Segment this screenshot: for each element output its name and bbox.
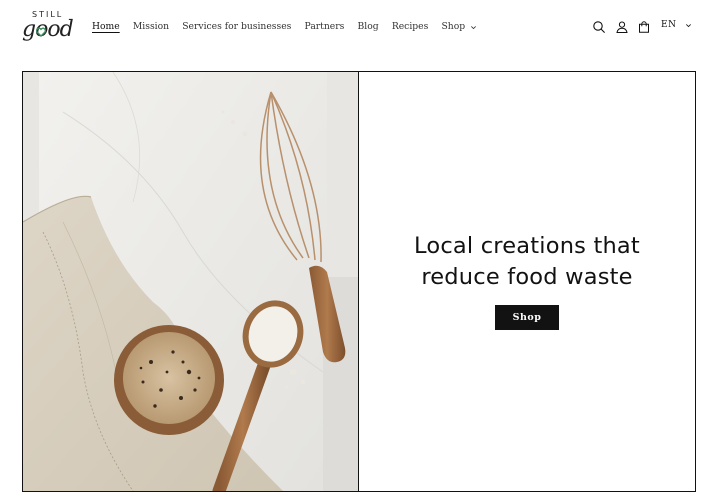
heart-icon	[36, 27, 46, 37]
hero-image-baking-tools	[23, 72, 359, 491]
nav-blog[interactable]: Blog	[358, 19, 379, 35]
hero-title: Local creations that reduce food waste	[414, 231, 640, 293]
hero-title-line-2: reduce food waste	[421, 264, 633, 290]
hero-content: Local creations that reduce food waste S…	[359, 72, 695, 491]
hero-shop-button[interactable]: Shop	[495, 305, 559, 330]
cart-icon[interactable]	[637, 20, 651, 34]
nav-services-for-businesses[interactable]: Services for businesses	[182, 19, 291, 35]
nav-recipes[interactable]: Recipes	[392, 19, 428, 35]
hero-title-line-1: Local creations that	[414, 233, 640, 259]
logo-main-text: good	[22, 17, 74, 42]
language-selector[interactable]: EN	[661, 20, 692, 30]
nav-mission[interactable]: Mission	[133, 19, 169, 35]
site-header: STILL good Home Mission Services for bus…	[0, 0, 707, 56]
hero-banner: Local creations that reduce food waste S…	[22, 71, 696, 492]
nav-partners[interactable]: Partners	[305, 19, 345, 35]
hero-illustration	[23, 72, 358, 491]
chevron-down-icon	[471, 25, 477, 29]
nav-shop-label: Shop	[441, 21, 466, 32]
nav-home[interactable]: Home	[92, 19, 120, 35]
brand-logo[interactable]: STILL good	[22, 10, 74, 44]
chevron-down-icon	[686, 23, 692, 27]
language-code: EN	[661, 20, 677, 30]
search-icon[interactable]	[592, 20, 606, 34]
nav-shop-dropdown[interactable]: Shop	[442, 19, 478, 35]
account-icon[interactable]	[615, 20, 629, 34]
main-navigation: Home Mission Services for businesses Par…	[92, 19, 477, 35]
